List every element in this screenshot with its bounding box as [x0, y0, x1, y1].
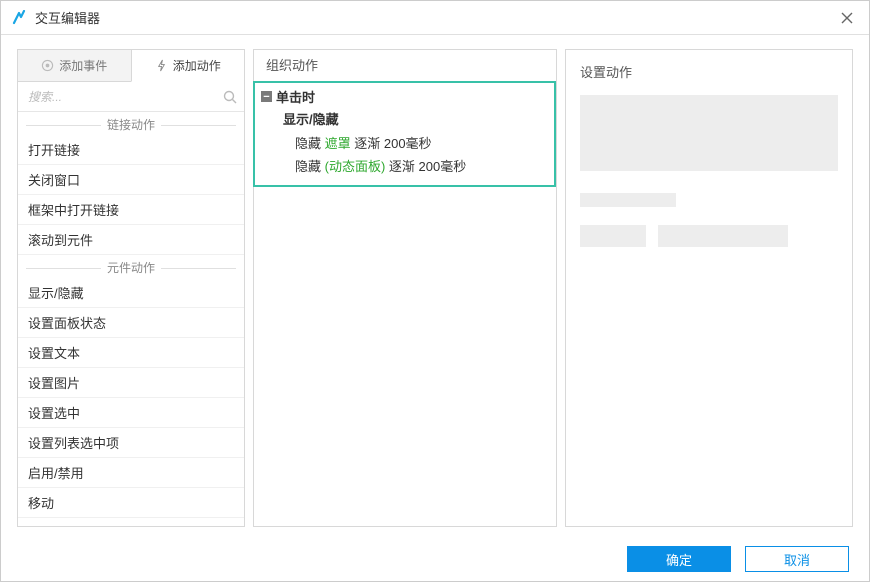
placeholder-block: [580, 225, 646, 247]
tab-add-event-label: 添加事件: [59, 57, 107, 74]
left-panel: 添加事件 添加动作 链接动作 打开链接 关闭窗口 框架中: [17, 49, 245, 527]
action-item[interactable]: 滚动到元件: [18, 225, 244, 255]
placeholder-block: [580, 95, 838, 171]
event-icon: [41, 59, 54, 72]
action-item[interactable]: 移动: [18, 488, 244, 518]
search-row: [18, 82, 244, 112]
group-header-widget: 元件动作: [18, 259, 244, 276]
event-row[interactable]: − 单击时: [261, 87, 548, 106]
action-line-target: (动态面板): [325, 159, 386, 174]
organize-actions-header: 组织动作: [254, 50, 556, 82]
action-item[interactable]: 显示/隐藏: [18, 278, 244, 308]
action-item[interactable]: 关闭窗口: [18, 165, 244, 195]
organize-actions-body: − 单击时 显示/隐藏 隐藏 遮罩 逐渐 200毫秒 隐藏 (动态面板) 逐渐 …: [253, 81, 556, 526]
collapse-icon[interactable]: −: [261, 91, 272, 102]
close-button[interactable]: [835, 6, 859, 30]
action-item[interactable]: 设置图片: [18, 368, 244, 398]
group-header-link-label: 链接动作: [101, 118, 161, 132]
case-label[interactable]: 显示/隐藏: [261, 106, 548, 131]
action-line[interactable]: 隐藏 (动态面板) 逐渐 200毫秒: [261, 154, 548, 177]
middle-panel: 组织动作 − 单击时 显示/隐藏 隐藏 遮罩 逐渐 200毫秒 隐藏 (动态面板…: [253, 49, 557, 527]
ok-button[interactable]: 确定: [627, 546, 731, 572]
tab-add-action-label: 添加动作: [173, 57, 221, 74]
titlebar: 交互编辑器: [1, 1, 869, 35]
action-item[interactable]: 设置文本: [18, 338, 244, 368]
action-line-suffix: 逐渐 200毫秒: [385, 159, 466, 174]
dialog-footer: 确定 取消: [1, 537, 869, 581]
app-logo-icon: [11, 10, 27, 26]
group-header-link: 链接动作: [18, 116, 244, 133]
action-line-target: 遮罩: [325, 136, 351, 151]
action-item[interactable]: 设置选中: [18, 398, 244, 428]
right-panel: 设置动作: [565, 49, 853, 527]
search-icon[interactable]: [222, 89, 238, 105]
action-line-prefix: 隐藏: [295, 136, 325, 151]
event-block[interactable]: − 单击时 显示/隐藏 隐藏 遮罩 逐渐 200毫秒 隐藏 (动态面板) 逐渐 …: [253, 81, 556, 187]
tab-add-event[interactable]: 添加事件: [18, 50, 131, 82]
search-input[interactable]: [24, 82, 222, 111]
close-icon: [841, 12, 853, 24]
action-item[interactable]: 框架中打开链接: [18, 195, 244, 225]
window-title: 交互编辑器: [35, 8, 835, 27]
configure-action-header: 设置动作: [580, 62, 838, 81]
placeholder-row: [580, 225, 838, 247]
group-header-widget-label: 元件动作: [101, 261, 161, 275]
action-list[interactable]: 链接动作 打开链接 关闭窗口 框架中打开链接 滚动到元件 元件动作 显示/隐藏 …: [18, 112, 244, 526]
action-item[interactable]: 启用/禁用: [18, 458, 244, 488]
tab-add-action[interactable]: 添加动作: [131, 50, 245, 82]
placeholder-block: [658, 225, 788, 247]
content-area: 添加事件 添加动作 链接动作 打开链接 关闭窗口 框架中: [1, 35, 869, 537]
cancel-button[interactable]: 取消: [745, 546, 849, 572]
action-line-suffix: 逐渐 200毫秒: [351, 136, 432, 151]
action-item[interactable]: 设置面板状态: [18, 308, 244, 338]
action-item[interactable]: 旋转: [18, 518, 244, 526]
action-icon: [155, 59, 168, 72]
action-line-prefix: 隐藏: [295, 159, 325, 174]
action-item[interactable]: 打开链接: [18, 135, 244, 165]
action-item[interactable]: 设置列表选中项: [18, 428, 244, 458]
interaction-editor-window: 交互编辑器 添加事件 添加动作: [0, 0, 870, 582]
placeholder-line: [580, 193, 676, 207]
left-tabs: 添加事件 添加动作: [18, 50, 244, 82]
action-line[interactable]: 隐藏 遮罩 逐渐 200毫秒: [261, 131, 548, 154]
event-label: 单击时: [276, 87, 315, 106]
